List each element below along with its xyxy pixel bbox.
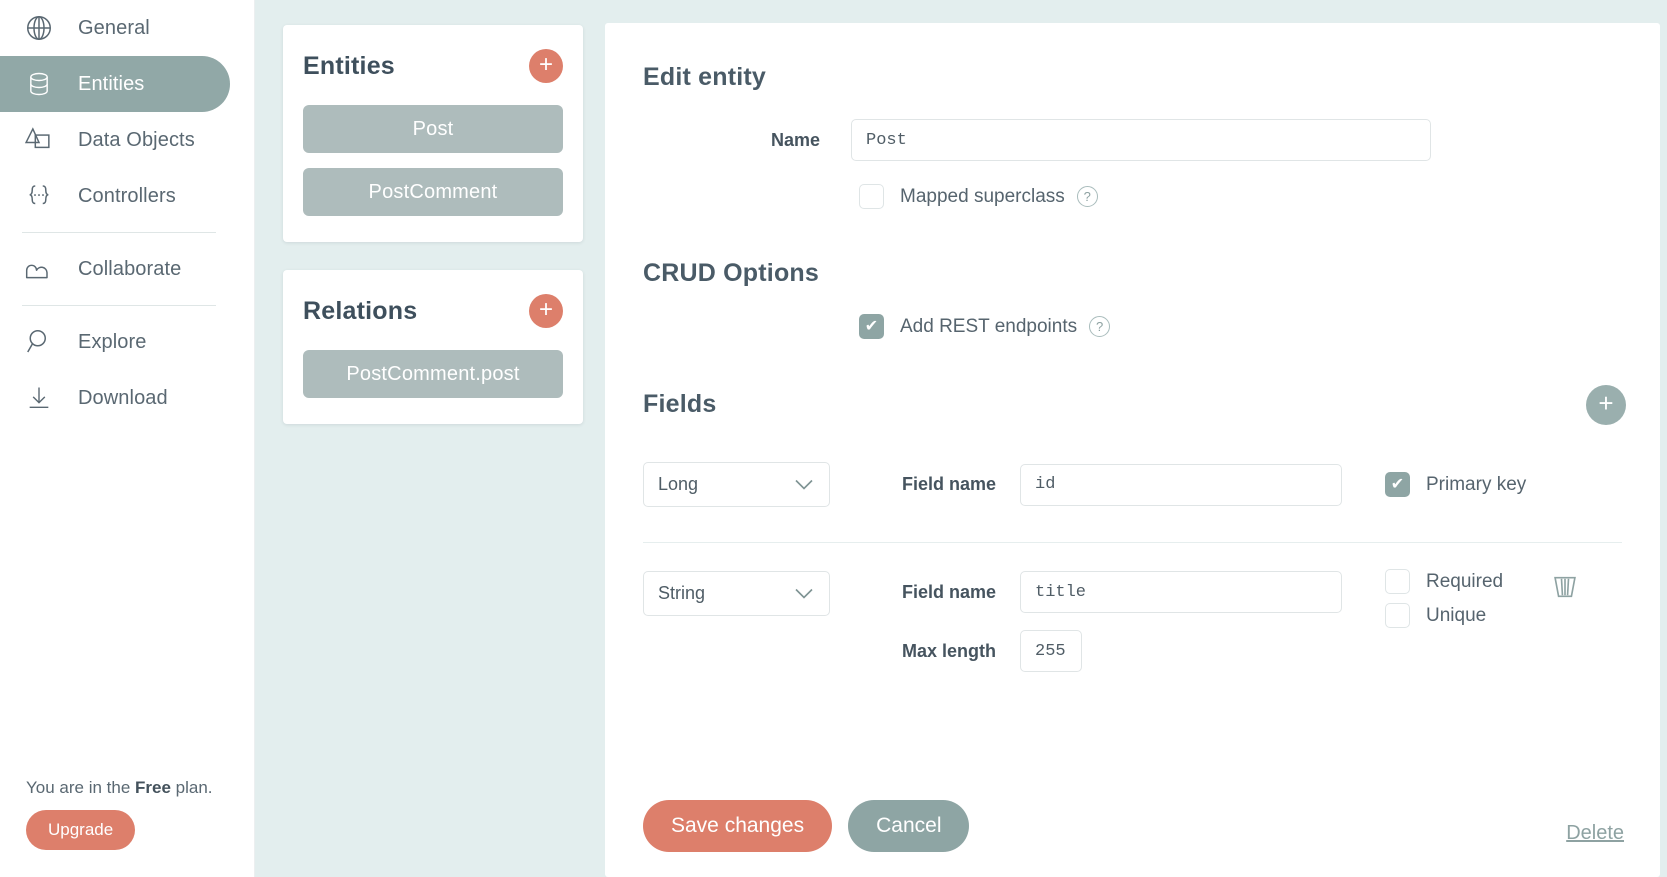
field-type-select-id[interactable]: Long — [643, 462, 830, 507]
sidebar-item-collaborate[interactable]: Collaborate — [0, 241, 230, 297]
sidebar-item-label: Download — [78, 387, 168, 410]
unique-label: Unique — [1426, 605, 1486, 627]
sidebar-nav: General Entities — [0, 0, 254, 426]
upgrade-button[interactable]: Upgrade — [26, 810, 135, 850]
max-length-label: Max length — [830, 641, 1020, 662]
main-column: Edit entity Name Mapped superclass ? CRU… — [605, 0, 1667, 877]
chevron-down-icon — [795, 474, 813, 495]
mapped-superclass-label: Mapped superclass — [900, 186, 1065, 208]
field-name-input-title[interactable] — [1020, 571, 1342, 613]
save-changes-button[interactable]: Save changes — [643, 800, 832, 852]
plus-icon: + — [539, 53, 553, 77]
relations-panel-header: Relations + — [303, 294, 563, 328]
sidebar-divider — [22, 305, 216, 306]
entity-chip-postcomment[interactable]: PostComment — [303, 168, 563, 216]
max-length-input[interactable] — [1020, 630, 1082, 672]
edit-entity-title: Edit entity — [643, 63, 1660, 92]
plus-icon: + — [1598, 390, 1613, 416]
relations-panel-title: Relations — [303, 297, 417, 326]
sidebar: General Entities — [0, 0, 255, 877]
field-type-select-title[interactable]: String — [643, 571, 830, 616]
plan-suffix: plan. — [171, 778, 213, 797]
sidebar-item-explore[interactable]: Explore — [0, 314, 230, 370]
field-divider — [643, 542, 1622, 543]
field-row-id: Long Field name ✔ Primary key — [605, 462, 1660, 507]
relations-panel: Relations + PostComment.post — [283, 270, 583, 424]
sidebar-item-label: General — [78, 17, 150, 40]
sidebar-item-label: Data Objects — [78, 129, 195, 152]
add-field-button[interactable]: + — [1586, 385, 1626, 425]
sidebar-item-controllers[interactable]: Controllers — [0, 168, 230, 224]
field-name-input-id[interactable] — [1020, 464, 1342, 506]
globe-icon — [22, 11, 56, 45]
sidebar-divider — [22, 232, 216, 233]
sidebar-item-label: Entities — [78, 73, 144, 96]
crud-options-title: CRUD Options — [643, 259, 1660, 288]
trash-icon[interactable] — [1551, 574, 1579, 605]
sidebar-item-general[interactable]: General — [0, 0, 230, 56]
download-icon — [22, 381, 56, 415]
people-icon — [22, 252, 56, 286]
field-name-label: Field name — [830, 582, 1020, 603]
sidebar-item-label: Explore — [78, 331, 147, 354]
sidebar-item-download[interactable]: Download — [0, 370, 230, 426]
primary-key-label: Primary key — [1426, 474, 1526, 496]
field-name-label: Field name — [830, 474, 1020, 495]
question-circle-icon[interactable]: ? — [1089, 316, 1110, 337]
app-root: General Entities — [0, 0, 1667, 877]
required-label: Required — [1426, 571, 1503, 593]
primary-key-checkbox[interactable]: ✔ — [1385, 472, 1410, 497]
entities-panel: Entities + Post PostComment — [283, 25, 583, 242]
delete-link[interactable]: Delete — [1566, 822, 1624, 845]
plan-status-text: You are in the Free plan. — [26, 778, 236, 798]
add-relation-button[interactable]: + — [529, 294, 563, 328]
chevron-down-icon — [795, 583, 813, 604]
magnifier-icon — [22, 325, 56, 359]
sidebar-item-data-objects[interactable]: Data Objects — [0, 112, 230, 168]
entities-panel-header: Entities + — [303, 49, 563, 83]
plan-name: Free — [135, 778, 171, 797]
cancel-button[interactable]: Cancel — [848, 800, 969, 852]
unique-checkbox[interactable] — [1385, 603, 1410, 628]
entities-relations-column: Entities + Post PostComment Relations + … — [255, 0, 605, 877]
add-rest-endpoints-label: Add REST endpoints — [900, 316, 1077, 338]
question-circle-icon[interactable]: ? — [1077, 186, 1098, 207]
entity-chip-post[interactable]: Post — [303, 105, 563, 153]
edit-entity-panel: Edit entity Name Mapped superclass ? CRU… — [605, 23, 1660, 877]
braces-icon — [22, 179, 56, 213]
required-checkbox[interactable] — [1385, 569, 1410, 594]
plus-icon: + — [539, 298, 553, 322]
plan-area: You are in the Free plan. Upgrade — [26, 778, 236, 850]
name-label: Name — [605, 130, 820, 151]
relation-chip-postcomment-post[interactable]: PostComment.post — [303, 350, 563, 398]
field-type-value: Long — [658, 474, 698, 495]
add-entity-button[interactable]: + — [529, 49, 563, 83]
field-type-value: String — [658, 583, 705, 604]
entities-panel-title: Entities — [303, 52, 395, 81]
sidebar-item-label: Controllers — [78, 185, 176, 208]
sidebar-item-entities[interactable]: Entities — [0, 56, 230, 112]
entity-name-input[interactable] — [851, 119, 1431, 161]
sidebar-item-label: Collaborate — [78, 258, 181, 281]
add-rest-endpoints-checkbox[interactable]: ✔ — [859, 314, 884, 339]
shapes-icon — [22, 123, 56, 157]
database-icon — [22, 67, 56, 101]
mapped-superclass-checkbox[interactable] — [859, 184, 884, 209]
fields-title: Fields — [643, 390, 716, 419]
field-row-title: String Field name Max length — [605, 571, 1660, 672]
plan-prefix: You are in the — [26, 778, 135, 797]
